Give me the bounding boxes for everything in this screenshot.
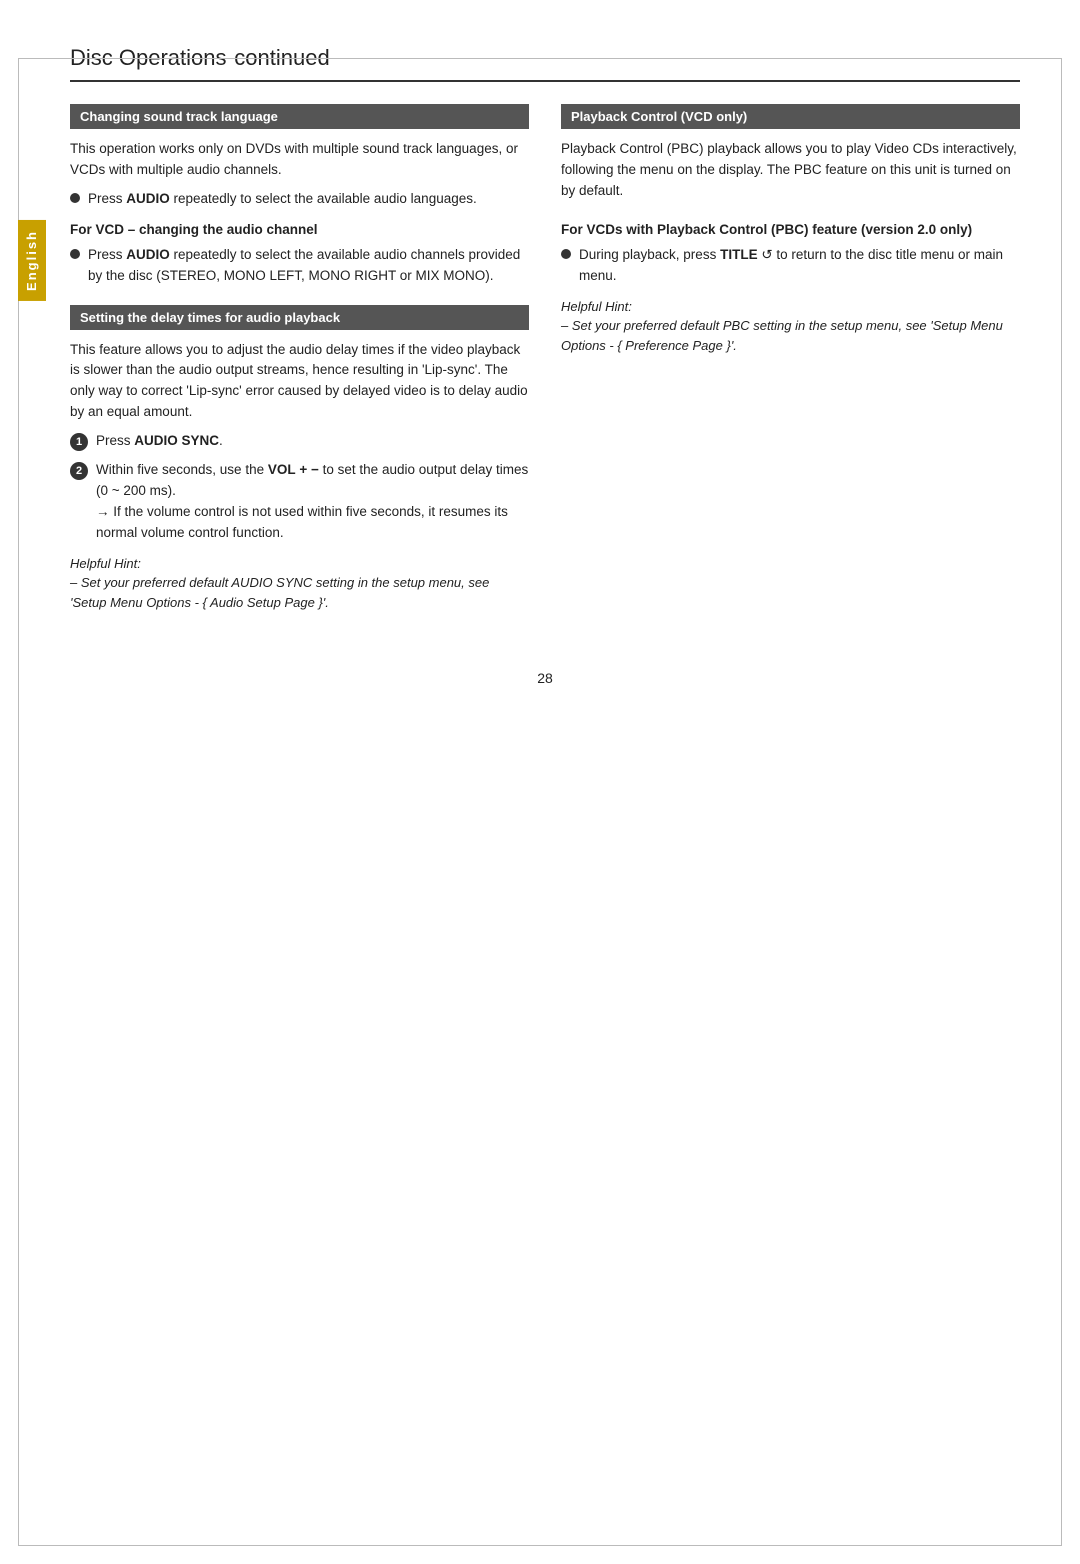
left-column: Changing sound track language This opera… bbox=[70, 104, 529, 630]
bullet-audio-channels: Press AUDIO repeatedly to select the ava… bbox=[70, 245, 529, 287]
bullet-text-2: Press AUDIO repeatedly to select the ava… bbox=[88, 245, 529, 287]
title-main: Disc Operations bbox=[70, 45, 227, 70]
helpful-hint-text-right: – Set your preferred default PBC setting… bbox=[561, 318, 1003, 353]
bullet-title: During playback, press TITLE ↺ to return… bbox=[561, 245, 1020, 287]
bullet-text-1: Press AUDIO repeatedly to select the ava… bbox=[88, 189, 477, 210]
section-playback-control: Playback Control (VCD only) Playback Con… bbox=[561, 104, 1020, 202]
page-title: Disc Operations continued bbox=[70, 40, 1020, 82]
section-body-vcd-pbc: For VCDs with Playback Control (PBC) fea… bbox=[561, 220, 1020, 355]
step-1: 1 Press AUDIO SYNC. bbox=[70, 431, 529, 452]
section-delay-times: Setting the delay times for audio playba… bbox=[70, 305, 529, 613]
bullet-text-title: During playback, press TITLE ↺ to return… bbox=[579, 245, 1020, 287]
step-1-text: Press AUDIO SYNC. bbox=[96, 431, 223, 452]
section-changing-sound-track: Changing sound track language This opera… bbox=[70, 104, 529, 287]
helpful-hint-right: Helpful Hint: – Set your preferred defau… bbox=[561, 297, 1020, 356]
bold-audio-2: AUDIO bbox=[126, 247, 170, 262]
title-continued: continued bbox=[234, 45, 329, 70]
bold-audio-1: AUDIO bbox=[126, 191, 170, 206]
step-2: 2 Within five seconds, use the VOL + − t… bbox=[70, 460, 529, 544]
right-column: Playback Control (VCD only) Playback Con… bbox=[561, 104, 1020, 630]
bold-audio-sync: AUDIO SYNC bbox=[134, 433, 219, 448]
bullet-dot-1 bbox=[70, 193, 80, 203]
section-header-delay: Setting the delay times for audio playba… bbox=[70, 305, 529, 330]
helpful-hint-label-right: Helpful Hint: bbox=[561, 299, 632, 314]
vcd-pbc-subheading: For VCDs with Playback Control (PBC) fea… bbox=[561, 220, 1020, 241]
section-body-pbc: Playback Control (PBC) playback allows y… bbox=[561, 139, 1020, 202]
bold-title: TITLE bbox=[720, 247, 758, 262]
helpful-hint-label-left: Helpful Hint: bbox=[70, 556, 141, 571]
helpful-hint-text-left: – Set your preferred default AUDIO SYNC … bbox=[70, 575, 489, 610]
step-1-circle: 1 bbox=[70, 433, 88, 451]
section-header-sound-track: Changing sound track language bbox=[70, 104, 529, 129]
helpful-hint-left: Helpful Hint: – Set your preferred defau… bbox=[70, 554, 529, 613]
page-number: 28 bbox=[70, 670, 1020, 686]
bullet-dot-2 bbox=[70, 249, 80, 259]
language-tab: English bbox=[18, 220, 46, 301]
bullet-dot-right-1 bbox=[561, 249, 571, 259]
pbc-body: Playback Control (PBC) playback allows y… bbox=[561, 139, 1020, 202]
section-header-pbc: Playback Control (VCD only) bbox=[561, 104, 1020, 129]
step-2-text: Within five seconds, use the VOL + − to … bbox=[96, 460, 529, 544]
vcd-subheading: For VCD – changing the audio channel bbox=[70, 220, 529, 241]
step-2-circle: 2 bbox=[70, 462, 88, 480]
bullet-audio-languages: Press AUDIO repeatedly to select the ava… bbox=[70, 189, 529, 210]
two-col-layout: Changing sound track language This opera… bbox=[70, 104, 1020, 630]
main-content: Disc Operations continued Changing sound… bbox=[70, 40, 1020, 686]
step-2-arrow: → If the volume control is not used with… bbox=[96, 504, 508, 540]
section-body-delay: This feature allows you to adjust the au… bbox=[70, 340, 529, 613]
section-vcd-pbc: For VCDs with Playback Control (PBC) fea… bbox=[561, 220, 1020, 355]
section-body-sound-track: This operation works only on DVDs with m… bbox=[70, 139, 529, 287]
bold-vol: VOL bbox=[268, 462, 296, 477]
delay-body: This feature allows you to adjust the au… bbox=[70, 340, 529, 424]
sound-track-body: This operation works only on DVDs with m… bbox=[70, 139, 529, 181]
bold-vol-symbols: + − bbox=[299, 462, 319, 477]
